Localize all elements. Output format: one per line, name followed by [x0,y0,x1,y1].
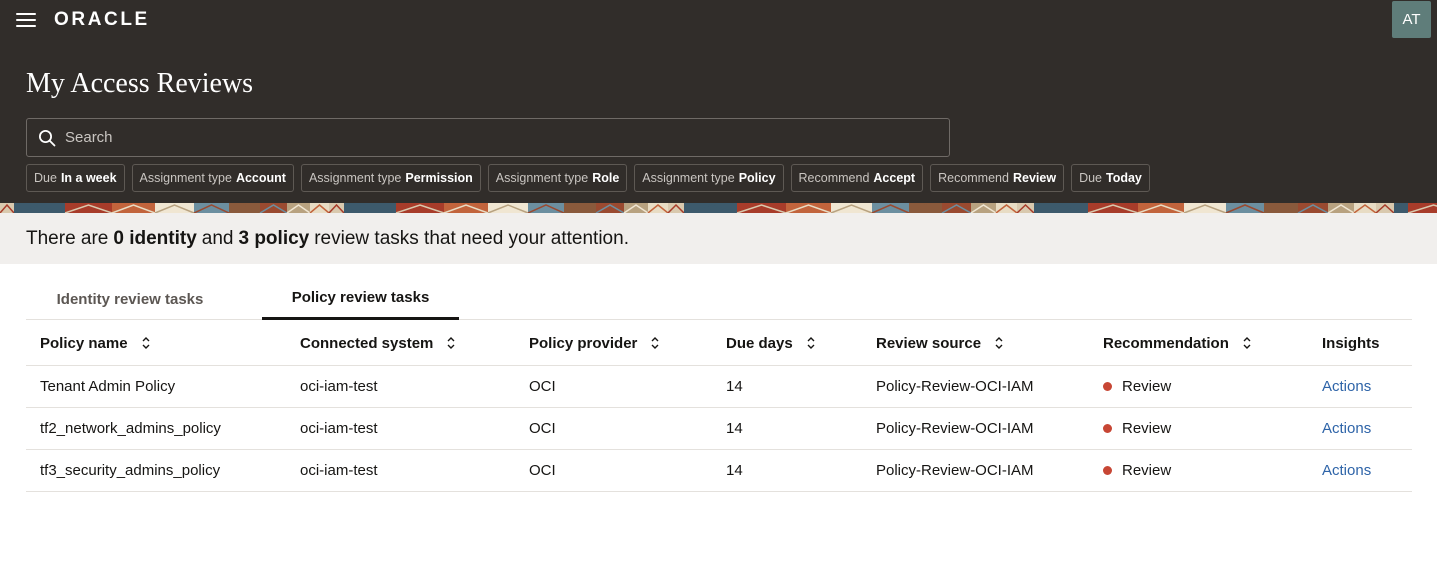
table-header-row: Policy name Connected system Policy prov… [26,321,1412,366]
cell-due-days: 14 [726,462,743,479]
filter-chip-assignment-policy[interactable]: Assignment type Policy [634,164,784,192]
sort-icon[interactable] [994,336,1004,350]
cell-review-source: Policy-Review-OCI-IAM [876,378,1034,395]
filter-chip-assignment-role[interactable]: Assignment type Role [487,164,628,192]
cell-recommendation: Review [1103,450,1171,491]
chip-key: Assignment type [495,171,589,185]
chip-value: Today [1106,171,1142,185]
banner-prefix: There are [26,227,109,249]
status-dot-icon [1103,382,1112,391]
chip-key: Due [34,171,57,185]
chip-value: Review [1012,171,1057,185]
actions-link[interactable]: Actions [1322,366,1371,407]
cell-policy-provider: OCI [529,420,556,437]
filter-chip-assignment-permission[interactable]: Assignment type Permission [300,164,481,192]
policy-review-table: Policy name Connected system Policy prov… [26,321,1412,492]
recommendation-label: Review [1122,420,1172,437]
user-avatar[interactable]: AT [1392,1,1431,38]
cell-connected-system: oci-iam-test [300,462,378,479]
logo-text: ORACLE [54,9,150,29]
chip-key: Assignment type [642,171,735,185]
cell-connected-system: oci-iam-test [300,378,378,395]
cell-policy-name: Tenant Admin Policy [40,378,176,395]
chip-value: Role [592,171,620,185]
banner-suffix: review tasks that need your attention. [314,227,629,249]
column-header-label: Due days [726,334,793,352]
app-header: ORACLE AT My Access Reviews Due In a wee… [0,0,1437,203]
column-header-label: Policy name [40,334,128,352]
actions-link[interactable]: Actions [1322,450,1371,491]
search-input[interactable] [65,119,935,156]
tab-policy-review-tasks[interactable]: Policy review tasks [262,278,459,320]
chip-key: Due [1079,171,1102,185]
banner-identity-count: 0 identity [113,227,197,249]
sort-icon[interactable] [1242,336,1252,350]
cell-policy-provider: OCI [529,462,556,479]
recommendation-label: Review [1122,462,1172,479]
sort-icon[interactable] [650,336,660,350]
chip-key: Recommend [798,171,870,185]
cell-recommendation: Review [1103,366,1171,407]
filter-chip-due-in-a-week[interactable]: Due In a week [26,164,125,192]
column-header-label: Insights [1322,334,1380,352]
hamburger-menu-icon[interactable] [16,12,36,28]
column-header-label: Recommendation [1103,334,1229,352]
filter-chip-recommend-review[interactable]: Recommend Review [930,164,1065,192]
column-header-label: Review source [876,334,982,352]
cell-review-source: Policy-Review-OCI-IAM [876,462,1034,479]
status-dot-icon [1103,466,1112,475]
cell-policy-name: tf2_network_admins_policy [40,420,221,437]
chip-value: Permission [405,171,473,185]
cell-policy-provider: OCI [529,378,556,395]
chip-value: Accept [873,171,916,185]
cell-policy-name: tf3_security_admins_policy [40,462,221,479]
column-header-review-source[interactable]: Review source [876,321,1004,365]
filter-chips: Due In a week Assignment type Account As… [26,164,1150,192]
cell-connected-system: oci-iam-test [300,420,378,437]
chip-value: Account [235,171,286,185]
status-dot-icon [1103,424,1112,433]
chip-value: Policy [738,171,776,185]
oracle-logo: ORACLE [54,9,174,29]
column-header-label: Connected system [300,334,434,352]
table-row[interactable]: tf3_security_admins_policy oci-iam-test … [26,450,1412,492]
column-header-insights: Insights [1322,321,1380,365]
table-row[interactable]: Tenant Admin Policy oci-iam-test OCI 14 … [26,366,1412,408]
filter-chip-due-today[interactable]: Due Today [1071,164,1150,192]
column-header-label: Policy provider [529,334,638,352]
filter-chip-assignment-account[interactable]: Assignment type Account [131,164,294,192]
search-icon [39,130,56,147]
attention-banner: There are 0 identity and 3 policy review… [0,213,1437,264]
sort-icon[interactable] [446,336,456,350]
column-header-connected-system[interactable]: Connected system [300,321,456,365]
decorative-pattern-band [0,203,1437,213]
chip-key: Assignment type [139,171,232,185]
column-header-policy-name[interactable]: Policy name [40,321,151,365]
chip-key: Assignment type [308,171,402,185]
cell-due-days: 14 [726,378,743,395]
table-row[interactable]: tf2_network_admins_policy oci-iam-test O… [26,408,1412,450]
filter-chip-recommend-accept[interactable]: Recommend Accept [790,164,924,192]
tab-identity-review-tasks[interactable]: Identity review tasks [26,278,234,320]
banner-policy-count: 3 policy [238,227,310,249]
review-tabs: Identity review tasks Policy review task… [26,278,1412,320]
search-box[interactable] [26,118,950,157]
cell-recommendation: Review [1103,408,1171,449]
cell-review-source: Policy-Review-OCI-IAM [876,420,1034,437]
cell-due-days: 14 [726,420,743,437]
actions-link[interactable]: Actions [1322,408,1371,449]
page-title: My Access Reviews [26,68,254,99]
sort-icon[interactable] [141,336,151,350]
column-header-recommendation[interactable]: Recommendation [1103,321,1252,365]
chip-key: Recommend [938,171,1009,185]
column-header-policy-provider[interactable]: Policy provider [529,321,660,365]
recommendation-label: Review [1122,378,1172,395]
column-header-due-days[interactable]: Due days [726,321,816,365]
sort-icon[interactable] [806,336,816,350]
chip-value: In a week [60,171,117,185]
banner-middle: and [201,227,234,249]
